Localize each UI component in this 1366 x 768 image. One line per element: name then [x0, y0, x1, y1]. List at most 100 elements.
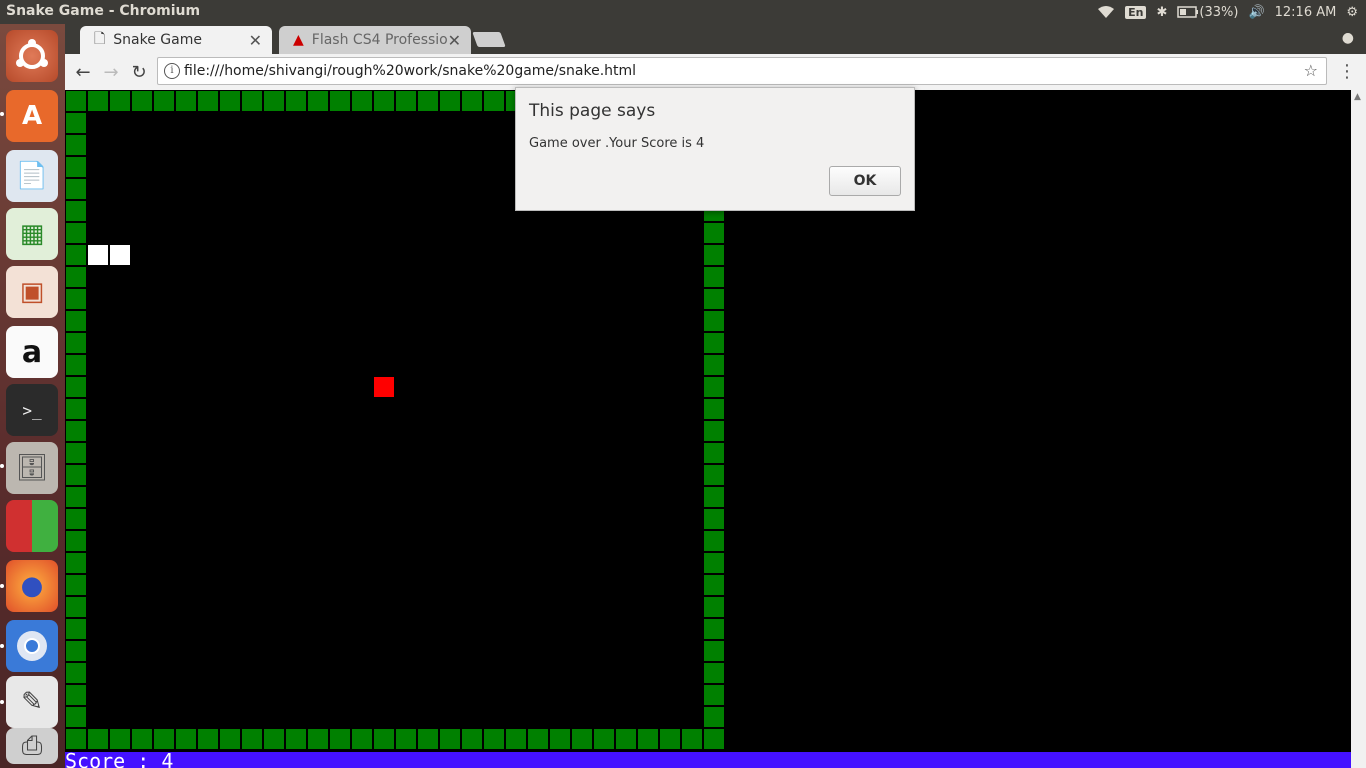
wall-block — [176, 91, 196, 111]
wall-block — [198, 91, 218, 111]
wifi-icon[interactable] — [1097, 5, 1115, 19]
wall-block — [66, 157, 86, 177]
wall-block — [704, 685, 724, 705]
volume-icon[interactable]: 🔊 — [1248, 5, 1264, 20]
wall-block — [66, 355, 86, 375]
wall-block — [682, 729, 702, 749]
wall-block — [484, 91, 504, 111]
wall-block — [638, 729, 658, 749]
system-tray: En ✱ (33%) 🔊 12:16 AM ⚙ — [1097, 0, 1366, 24]
clock[interactable]: 12:16 AM — [1275, 5, 1337, 20]
wall-block — [132, 729, 152, 749]
wall-block — [66, 487, 86, 507]
tab-label: Flash CS4 Professio — [311, 32, 448, 48]
firefox-icon[interactable]: ● — [6, 560, 58, 612]
wall-block — [352, 91, 372, 111]
tab-snake-game[interactable]: 🗋 Snake Game ✕ — [80, 26, 272, 54]
chromium-icon[interactable] — [6, 620, 58, 672]
score-text: Score : 4 — [65, 752, 174, 768]
wall-block — [660, 729, 680, 749]
scroll-up-arrow-icon[interactable]: ▲ — [1354, 92, 1361, 102]
wall-block — [66, 377, 86, 397]
wall-block — [594, 729, 614, 749]
wall-block — [66, 113, 86, 133]
wall-block — [374, 729, 394, 749]
wall-block — [704, 377, 724, 397]
wall-block — [352, 729, 372, 749]
wall-block — [704, 509, 724, 529]
wall-block — [66, 685, 86, 705]
tab-flash-cs4[interactable]: ▲ Flash CS4 Professio ✕ — [279, 26, 471, 54]
menu-kebab-icon[interactable]: ⋮ — [1338, 61, 1356, 82]
ubuntu-dash-icon[interactable] — [6, 30, 58, 82]
url-text: file:///home/shivangi/rough%20work/snake… — [184, 63, 637, 79]
printer-icon[interactable]: ⎙ — [6, 728, 58, 764]
reload-icon[interactable]: ↻ — [127, 60, 151, 84]
wall-block — [66, 135, 86, 155]
wall-block — [330, 729, 350, 749]
new-tab-button[interactable] — [472, 32, 506, 47]
bluetooth-icon[interactable]: ✱ — [1156, 5, 1167, 20]
wall-block — [704, 245, 724, 265]
libreoffice-calc-icon[interactable]: ▦ — [6, 208, 58, 260]
wall-block — [154, 729, 174, 749]
workspace-switcher-icon[interactable] — [6, 500, 58, 552]
wall-block — [66, 641, 86, 661]
wall-block — [462, 729, 482, 749]
keyboard-layout-indicator[interactable]: En — [1125, 5, 1147, 19]
wall-block — [396, 91, 416, 111]
snake-segment — [110, 245, 130, 265]
bookmark-star-icon[interactable]: ☆ — [1304, 61, 1318, 80]
close-tab-icon[interactable]: ✕ — [448, 31, 461, 50]
forward-icon[interactable]: → — [99, 60, 123, 84]
vertical-scrollbar[interactable]: ▲ — [1351, 90, 1366, 768]
wall-block — [704, 597, 724, 617]
wall-block — [66, 553, 86, 573]
wall-block — [418, 91, 438, 111]
software-center-icon[interactable]: A — [6, 90, 58, 142]
browser-toolbar: ← → ↻ i file:///home/shivangi/rough%20wo… — [65, 54, 1366, 91]
wall-block — [88, 729, 108, 749]
wall-block — [66, 597, 86, 617]
wall-block — [66, 267, 86, 287]
wall-block — [66, 421, 86, 441]
unity-launcher: A 📄 ▦ ▣ a >_ 🗄 ● ✎ ⎙ — [0, 24, 65, 768]
battery-percent: (33%) — [1199, 4, 1239, 20]
launcher-running-pip — [0, 584, 4, 588]
tab-strip: 🗋 Snake Game ✕ ▲ Flash CS4 Professio ✕ ● — [65, 24, 1366, 54]
libreoffice-impress-icon[interactable]: ▣ — [6, 266, 58, 318]
wall-block — [396, 729, 416, 749]
back-icon[interactable]: ← — [71, 60, 95, 84]
wall-block — [66, 245, 86, 265]
amazon-icon[interactable]: a — [6, 326, 58, 378]
wall-block — [66, 201, 86, 221]
files-icon[interactable]: 🗄 — [6, 442, 58, 494]
wall-block — [308, 729, 328, 749]
wall-block — [66, 465, 86, 485]
score-bar: Score : 4 — [65, 752, 1351, 768]
wall-block — [242, 729, 262, 749]
wall-block — [264, 91, 284, 111]
wall-block — [88, 91, 108, 111]
alert-dialog: This page says Game over .Your Score is … — [515, 87, 915, 211]
wall-block — [704, 487, 724, 507]
wall-block — [704, 223, 724, 243]
wall-block — [66, 663, 86, 683]
ok-button[interactable]: OK — [829, 166, 901, 196]
wall-block — [462, 91, 482, 111]
wall-block — [66, 729, 86, 749]
close-tab-icon[interactable]: ✕ — [249, 31, 262, 50]
battery-indicator[interactable]: (33%) — [1177, 5, 1238, 20]
text-editor-icon[interactable]: ✎ — [6, 676, 58, 728]
info-icon[interactable]: i — [164, 63, 180, 79]
wall-block — [66, 311, 86, 331]
wall-block — [704, 707, 724, 727]
terminal-icon[interactable]: >_ — [6, 384, 58, 436]
settings-gear-icon[interactable]: ⚙ — [1346, 5, 1358, 20]
profile-icon[interactable]: ● — [1342, 30, 1354, 46]
wall-block — [440, 729, 460, 749]
libreoffice-writer-icon[interactable]: 📄 — [6, 150, 58, 202]
address-bar[interactable]: i file:///home/shivangi/rough%20work/sna… — [157, 57, 1327, 85]
battery-icon — [1177, 6, 1199, 18]
wall-block — [704, 553, 724, 573]
